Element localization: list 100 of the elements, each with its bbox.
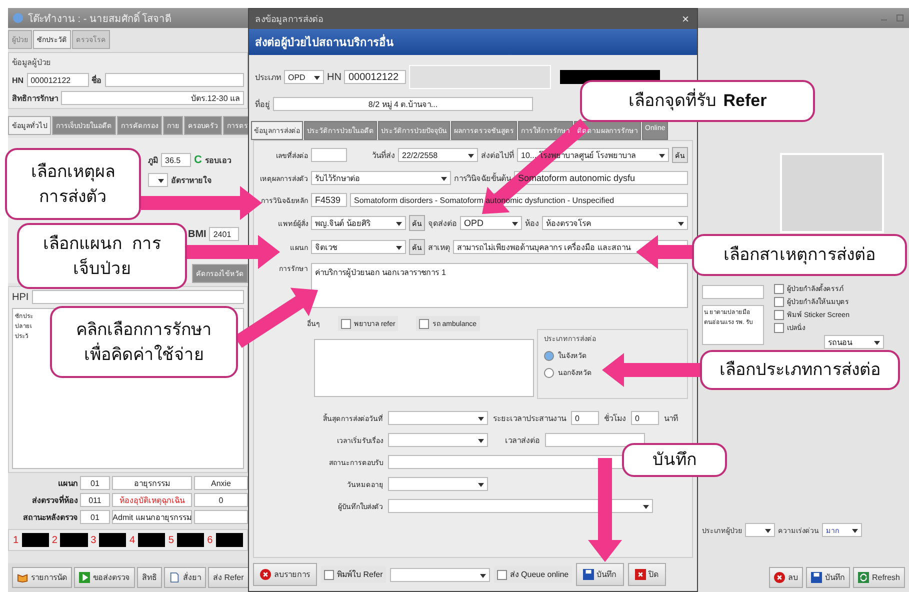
field-label: จุดส่งต่อ [428, 218, 457, 230]
field-label: สาเหตุ [428, 242, 450, 254]
callout-tooltip: เลือกแผนก การ เจ็บป่วย [17, 223, 187, 289]
field-label: สถานะหลังตรวจ [22, 512, 78, 524]
save-button[interactable]: บันทึก [576, 563, 624, 586]
address-field[interactable]: 8/2 หมู่ 4 ต.บ้านจา... [273, 97, 533, 111]
field-label: ภูมิ [148, 154, 158, 166]
callout-tooltip: บันทึก [622, 443, 727, 477]
callout-tooltip: เลือกสาเหตุการส่งต่อ [692, 234, 907, 276]
refer-point-dropdown[interactable]: OPD [460, 216, 522, 230]
name-field[interactable] [104, 73, 244, 87]
code-field[interactable]: 01 [80, 476, 110, 490]
date-dropdown[interactable]: 22/2/2558 [398, 148, 478, 162]
name-field[interactable]: ห้องอุบัติเหตุฉุกเฉิน [112, 493, 192, 507]
room-dropdown[interactable]: ห้องตรวจโรค [542, 216, 688, 230]
field-label: นาที [664, 412, 678, 424]
detail-field[interactable] [194, 510, 248, 524]
maximize-icon[interactable] [895, 13, 905, 23]
dropdown-caret-icon [643, 505, 649, 509]
toolbar-button[interactable]: ขอส่งตรวจ [74, 567, 135, 588]
text-field[interactable] [702, 285, 764, 299]
dropdown-caret-icon [480, 574, 486, 578]
pointer-arrow [636, 235, 692, 269]
bmi-field[interactable]: 2401 [209, 227, 240, 241]
field-label: ที่อยู่ [255, 98, 270, 110]
checkbox[interactable] [774, 322, 784, 332]
close-button[interactable]: × [680, 12, 691, 26]
field-label: ระยะเวลาประสานงาน [493, 412, 566, 424]
code-field[interactable]: 01 [80, 510, 110, 524]
field-label: HPI [12, 292, 29, 302]
printer-dropdown[interactable] [390, 568, 490, 582]
checkbox-label: พิมพ์ใบ Refer [337, 568, 383, 581]
checkbox[interactable] [341, 318, 351, 328]
other-notes-field[interactable] [314, 339, 534, 397]
department-dropdown[interactable]: จิตเวช [311, 240, 406, 254]
send-time-field[interactable] [545, 433, 645, 447]
dropdown-caret-icon [512, 222, 518, 226]
recorder-dropdown[interactable] [388, 499, 653, 513]
field-label: อัตราหายใจ [171, 174, 212, 186]
toolbar-button[interactable]: ลบ [768, 567, 803, 588]
save-icon [582, 569, 594, 580]
checkbox[interactable] [774, 284, 784, 294]
dropdown-caret-icon [678, 222, 684, 226]
delete-button[interactable]: ลบรายการ [253, 563, 317, 586]
slot-number: 2 [52, 534, 58, 546]
toolbar-button[interactable]: สิทธิ [137, 567, 162, 588]
reason-dropdown[interactable]: รับไว้รักษาต่อ [311, 171, 451, 185]
save-icon [810, 572, 822, 583]
radio-button[interactable] [544, 368, 554, 378]
transport-dropdown[interactable]: รถนอน [824, 335, 884, 349]
name-field[interactable]: อายุรกรรม [112, 476, 192, 490]
hpi-field[interactable] [32, 290, 244, 304]
detail-field[interactable]: 0 [194, 493, 248, 507]
app-icon [12, 12, 24, 24]
toolbar-button[interactable]: สั่งยา [164, 567, 206, 588]
end-date-dropdown[interactable] [388, 411, 488, 425]
detail-field[interactable]: Anxie [194, 476, 248, 490]
callout-tooltip: เลือกเหตุผล การส่งตัว [5, 148, 141, 220]
hours-spinner[interactable]: 0 [571, 411, 599, 425]
doctor-dropdown[interactable]: พญ.จินต์ น้อยศิริ [311, 216, 406, 230]
dropdown-caret-icon [468, 154, 474, 158]
field-label: ห้อง [525, 218, 539, 230]
toolbar-button[interactable]: Refresh [852, 567, 905, 588]
patient-type-dropdown[interactable] [745, 523, 775, 537]
treatment-field[interactable]: ค่าบริการผู้ป่วยนอก นอกเวลาราชการ 1 [311, 263, 688, 308]
diagnosis-code-field[interactable]: F4539 [311, 193, 347, 207]
checkbox[interactable] [324, 570, 334, 580]
field-label: ชั่วโมง [604, 412, 626, 424]
toolbar-button[interactable]: ส่ง Refer [208, 567, 249, 588]
temperature-field[interactable]: 36.5 [161, 153, 191, 167]
dropdown-caret-icon [396, 222, 402, 226]
checkbox[interactable] [496, 570, 507, 580]
section-title: ข้อมูลผู้ป่วย [12, 57, 52, 69]
radio-button[interactable] [544, 350, 554, 360]
hn-field[interactable]: 000012122 [26, 73, 89, 87]
checkbox[interactable] [774, 310, 784, 320]
type-dropdown[interactable]: OPD [284, 70, 324, 84]
field-label: ประเภท [255, 72, 281, 84]
hn-field[interactable]: 000012122 [344, 70, 406, 84]
start-time-dropdown[interactable] [388, 433, 488, 447]
checkbox-label: ส่ง Queue online [510, 569, 569, 581]
dropdown-caret-icon [852, 529, 858, 533]
dropdown-caret-icon [874, 341, 880, 345]
rights-field[interactable]: บัตร.12-30 แล [61, 91, 244, 105]
callout-tooltip: เลือกจุดที่รับ Refer [580, 80, 815, 122]
checkbox[interactable] [419, 318, 430, 328]
checkbox[interactable] [774, 296, 784, 306]
expiry-date-dropdown[interactable] [388, 477, 488, 491]
name-field[interactable]: Admit แผนกอายุรกรรม [112, 510, 192, 524]
slot-box[interactable] [176, 533, 204, 547]
toolbar-button[interactable]: รายการนัด [12, 567, 72, 588]
dropdown[interactable] [148, 173, 168, 187]
toolbar-button[interactable]: บันทึก [806, 567, 850, 588]
code-field[interactable]: 011 [80, 493, 110, 507]
close-button[interactable]: ปิด [628, 563, 666, 586]
field-label: สิทธิการรักษา [12, 92, 58, 104]
dropdown-caret-icon [314, 76, 320, 80]
dropdown-caret-icon [765, 529, 771, 533]
minutes-spinner[interactable]: 0 [631, 411, 659, 425]
refer-number-field[interactable] [311, 148, 347, 162]
